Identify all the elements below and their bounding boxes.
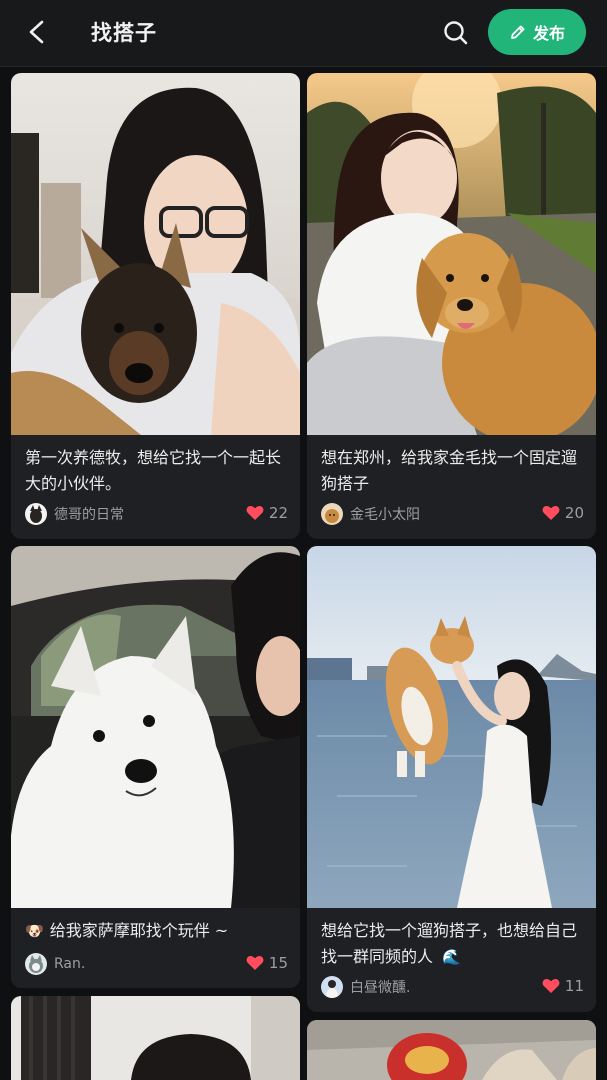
wave-emoji: 🌊 [442, 948, 461, 966]
post-card[interactable]: 🐶 给我家萨摩耶找个玩伴 ~ Ran. 15 [11, 546, 300, 988]
post-photo [307, 1020, 596, 1080]
heart-icon [246, 506, 264, 520]
like-counter[interactable]: 15 [246, 954, 288, 972]
like-counter[interactable]: 22 [246, 504, 288, 522]
post-photo [307, 73, 596, 443]
author-name: 白昼微醺. [350, 980, 411, 996]
avatar [25, 503, 47, 525]
heart-icon [542, 979, 560, 993]
heart-icon [246, 956, 264, 970]
post-title: 🐶 给我家萨摩耶找个玩伴 ~ [25, 918, 288, 944]
publish-button[interactable]: 发布 [488, 9, 586, 55]
post-title: 想给它找一个遛狗搭子，也想给自己找一群同频的人 🌊 [321, 918, 584, 970]
pencil-icon [511, 25, 525, 39]
heart-icon [542, 506, 560, 520]
avatar [321, 503, 343, 525]
chevron-left-icon [29, 20, 44, 44]
post-author[interactable]: Ran. [25, 953, 85, 975]
post-card[interactable]: 想在郑州，给我家金毛找一个固定遛狗搭子 金毛小太阳 20 [307, 73, 596, 539]
like-count: 22 [268, 504, 288, 522]
avatar [25, 953, 47, 975]
publish-label: 发布 [532, 24, 565, 43]
post-card[interactable]: 想给它找一个遛狗搭子，也想给自己找一群同频的人 🌊 白昼微醺. 11 [307, 546, 596, 1012]
post-photo [11, 546, 300, 908]
like-counter[interactable]: 11 [542, 977, 584, 995]
post-photo [11, 996, 300, 1080]
page-title: 找搭子 [91, 21, 157, 45]
search-icon [444, 21, 468, 45]
author-name: 德哥的日常 [54, 507, 124, 523]
post-title-text: 给我家萨摩耶找个玩伴 ~ [49, 921, 229, 940]
post-photo [307, 546, 596, 908]
like-counter[interactable]: 20 [542, 504, 584, 522]
post-author[interactable]: 白昼微醺. [321, 976, 410, 998]
post-card[interactable] [11, 996, 300, 1080]
post-photo [11, 73, 300, 435]
post-title: 第一次养德牧，想给它找一个一起长大的小伙伴。 [25, 448, 282, 493]
top-bar: 找搭子 发布 [0, 0, 607, 67]
like-count: 20 [564, 504, 584, 522]
post-author[interactable]: 德哥的日常 [25, 503, 124, 525]
author-name: Ran. [54, 956, 86, 972]
post-title: 想在郑州，给我家金毛找一个固定遛狗搭子 [321, 448, 578, 493]
post-card[interactable]: 第一次养德牧，想给它找一个一起长大的小伙伴。 德哥的日常 22 [11, 73, 300, 539]
post-author[interactable]: 金毛小太阳 [321, 503, 420, 525]
like-count: 11 [564, 977, 584, 995]
like-count: 15 [268, 954, 288, 972]
author-name: 金毛小太阳 [350, 507, 420, 523]
dog-face-emoji: 🐶 [25, 922, 44, 940]
avatar [321, 976, 343, 998]
back-button[interactable] [22, 16, 52, 48]
search-button[interactable] [441, 18, 471, 48]
post-card[interactable] [307, 1020, 596, 1080]
